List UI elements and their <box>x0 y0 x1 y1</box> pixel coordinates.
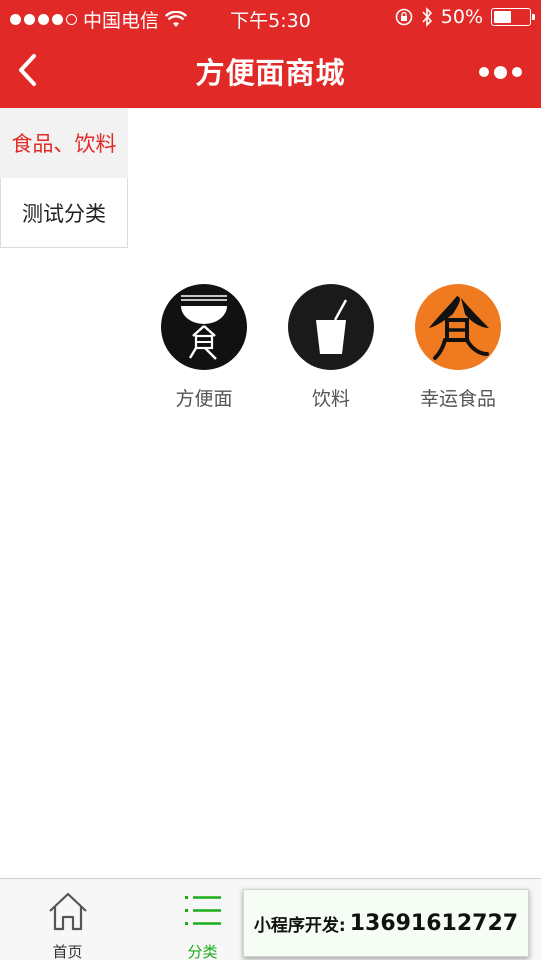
food-character-icon <box>415 284 501 370</box>
tab-home[interactable]: 首页 <box>0 879 135 960</box>
tab-label: 首页 <box>52 943 83 960</box>
product-label: 饮料 <box>311 388 350 410</box>
product-item-drinks[interactable]: 饮料 <box>267 284 395 411</box>
more-menu-icon[interactable] <box>479 60 523 84</box>
status-right: 50% <box>395 6 535 28</box>
category-item-test[interactable]: 测试分类 <box>0 178 128 248</box>
product-item-noodles[interactable]: 方便面 <box>140 284 268 411</box>
product-label: 幸运食品 <box>419 388 496 410</box>
product-grid: 方便面 饮料 幸运食品 <box>140 284 540 424</box>
home-icon <box>48 892 87 931</box>
battery-level <box>494 11 511 23</box>
rotation-lock-icon <box>395 8 413 26</box>
battery-percent: 50% <box>440 6 483 28</box>
product-label: 方便面 <box>175 388 233 410</box>
bluetooth-icon <box>422 7 432 27</box>
promo-phone: 13691612727 <box>349 910 519 936</box>
product-item-lucky-food[interactable]: 幸运食品 <box>394 284 522 411</box>
promo-label: 小程序开发: <box>253 915 346 936</box>
promo-banner[interactable]: 小程序开发: 13691612727 <box>243 889 529 957</box>
app-header: 中国电信 下午5:30 50% 方便面商城 <box>0 0 541 108</box>
category-sidebar: 食品、饮料 测试分类 <box>0 108 128 248</box>
status-bar: 中国电信 下午5:30 50% <box>0 0 541 36</box>
drink-cup-icon <box>288 284 374 370</box>
page-title: 方便面商城 <box>195 56 346 90</box>
battery-icon <box>491 8 535 26</box>
category-item-food-drinks[interactable]: 食品、饮料 <box>0 108 128 178</box>
list-icon <box>184 896 221 925</box>
navigation-bar: 方便面商城 <box>0 36 541 108</box>
noodle-bowl-icon <box>161 284 247 370</box>
